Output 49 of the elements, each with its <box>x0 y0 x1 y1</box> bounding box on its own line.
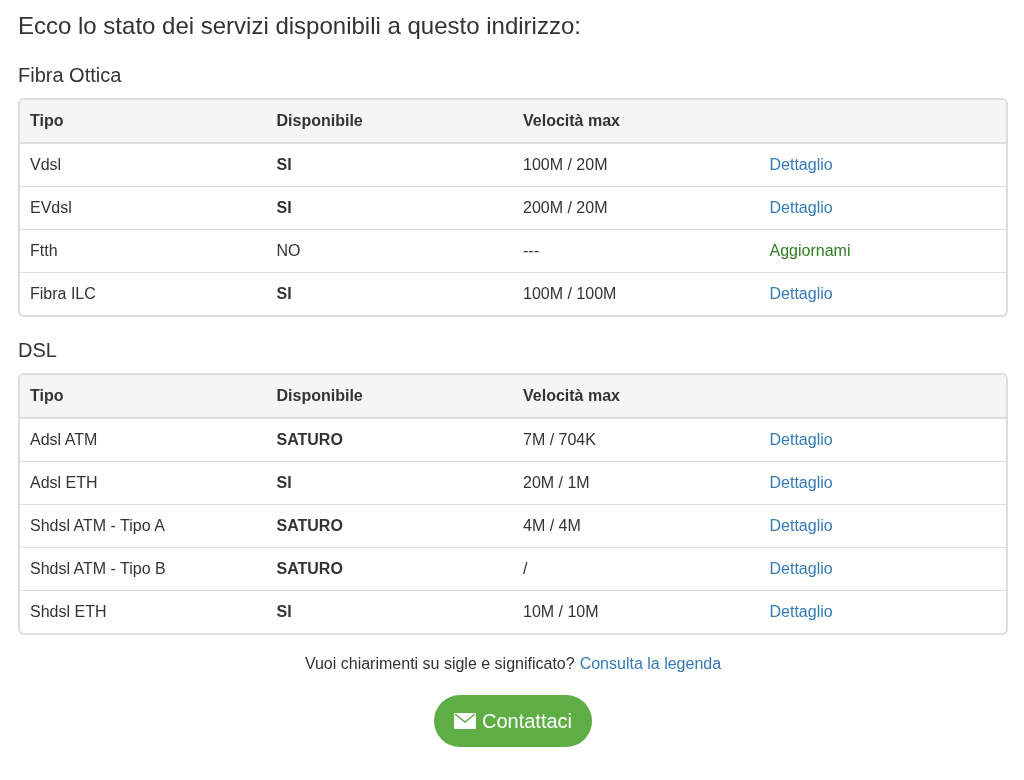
table-cell-text: Vdsl <box>29 155 63 175</box>
table-cell-text: 7M / 704K <box>522 430 597 450</box>
row-link[interactable]: Dettaglio <box>769 156 833 173</box>
table-cell: Shdsl ETH <box>20 590 267 633</box>
table-cell: SI <box>266 590 513 633</box>
table-cell: SI <box>266 272 513 315</box>
row-link[interactable]: Aggiornami <box>769 242 851 259</box>
column-header: Disponibile <box>266 375 513 419</box>
table-cell: 20M / 1M <box>513 461 760 504</box>
row-link[interactable]: Dettaglio <box>769 560 833 577</box>
table-cell: / <box>513 547 760 590</box>
table-cell: NO <box>266 229 513 272</box>
table-cell: 4M / 4M <box>513 504 760 547</box>
table-cell: SATURO <box>266 547 513 590</box>
column-header: Velocità max <box>513 375 760 419</box>
row-link[interactable]: Dettaglio <box>769 517 833 534</box>
legend-question: Vuoi chiarimenti su sigle e significato? <box>304 655 575 673</box>
envelope-icon <box>453 713 476 729</box>
page-heading: Ecco lo stato dei servizi disponibili a questo indirizzo: <box>18 11 582 41</box>
row-link[interactable]: Dettaglio <box>769 285 833 302</box>
table-cell: Fibra ILC <box>20 272 267 315</box>
legend-link[interactable]: Consulta la legenda <box>579 655 722 673</box>
row-link[interactable]: Dettaglio <box>769 199 833 216</box>
table-cell: SI <box>266 186 513 229</box>
table-cell: SATURO <box>266 504 513 547</box>
column-header: Tipo <box>20 100 267 144</box>
table-cell: Shdsl ATM - Tipo B <box>20 547 267 590</box>
table-cell: 10M / 10M <box>513 590 760 633</box>
table-cell: --- <box>513 229 760 272</box>
column-header: Tipo <box>20 375 267 419</box>
table-cell: EVdsl <box>20 186 267 229</box>
row-link[interactable]: Dettaglio <box>769 474 833 491</box>
column-header: Velocità max <box>513 100 760 144</box>
table-cell: 100M / 100M <box>513 272 760 315</box>
section-title: Fibra Ottica <box>18 63 123 88</box>
contact-button[interactable]: Contattaci <box>433 695 593 747</box>
table-cell-text: Adsl ATM <box>29 430 99 450</box>
column-header: Disponibile <box>266 100 513 144</box>
table-cell: SI <box>266 461 513 504</box>
table-cell-text: SATURO <box>275 430 344 450</box>
table-cell: Adsl ETH <box>20 461 267 504</box>
table-cell-text: SI <box>275 155 293 175</box>
row-link[interactable]: Dettaglio <box>769 603 833 620</box>
table-cell-text: 100M / 20M <box>522 155 609 175</box>
row-link[interactable]: Dettaglio <box>769 431 833 448</box>
section-title: DSL <box>18 338 58 363</box>
table-cell: Shdsl ATM - Tipo A <box>20 504 267 547</box>
table-cell: 200M / 20M <box>513 186 760 229</box>
table-cell: Ftth <box>20 229 267 272</box>
